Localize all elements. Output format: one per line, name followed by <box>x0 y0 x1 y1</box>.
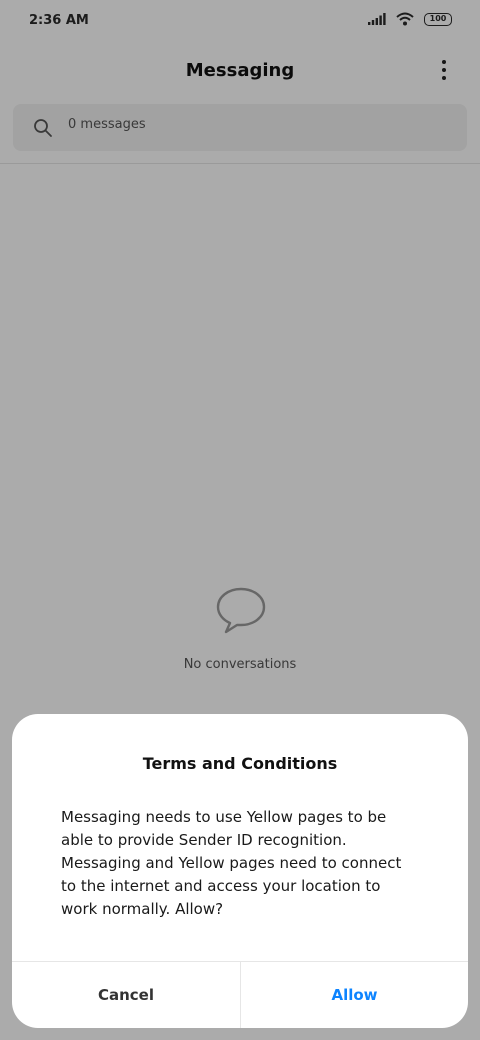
terms-dialog: Terms and Conditions Messaging needs to … <box>12 714 468 1028</box>
allow-button[interactable]: Allow <box>241 962 468 1028</box>
cancel-button[interactable]: Cancel <box>12 962 240 1028</box>
dialog-title: Terms and Conditions <box>142 754 338 773</box>
dialog-message: Messaging needs to use Yellow pages to b… <box>61 808 402 918</box>
